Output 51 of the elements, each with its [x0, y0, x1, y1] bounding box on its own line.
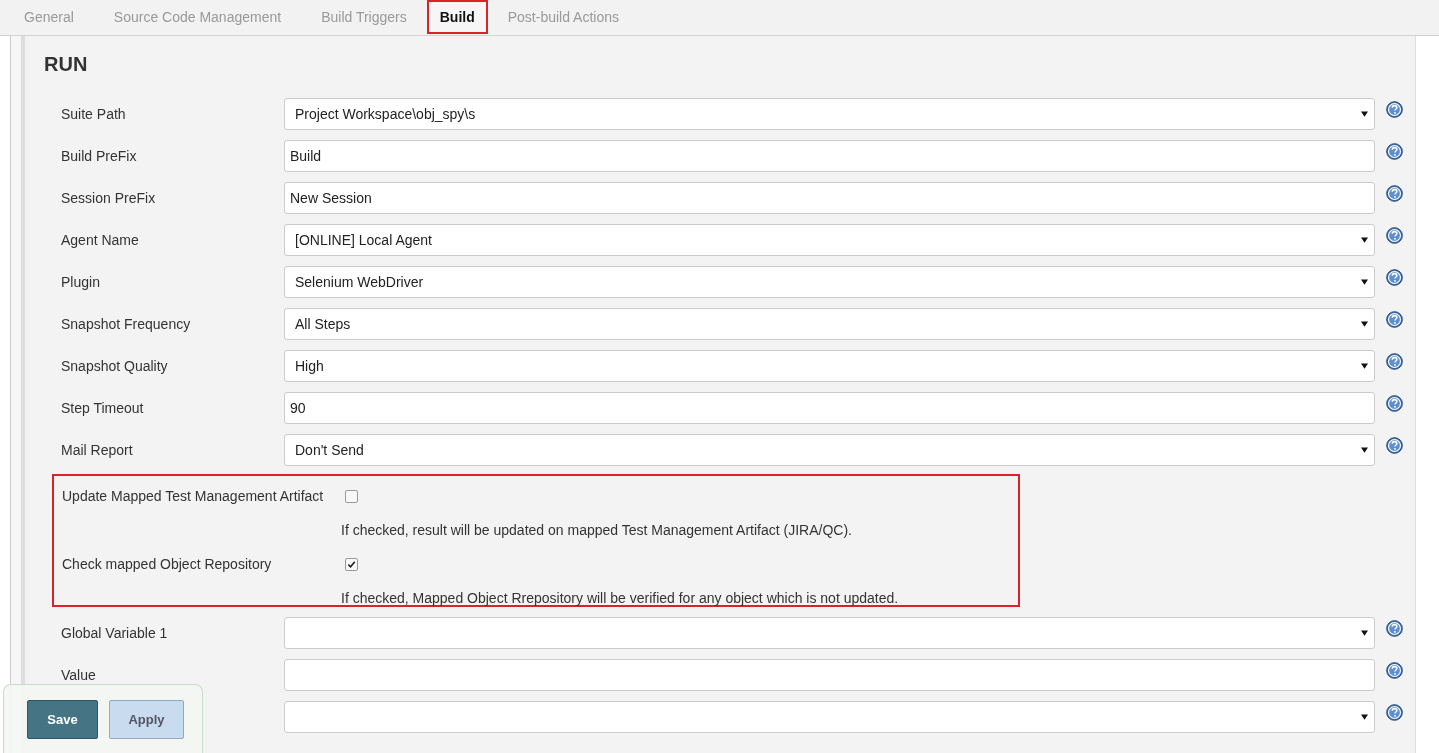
caret-icon — [1361, 111, 1368, 117]
help-icon[interactable] — [1386, 661, 1403, 679]
help-icon[interactable] — [1386, 184, 1403, 202]
caret-icon — [1361, 321, 1368, 327]
help-icon[interactable] — [1386, 226, 1403, 244]
dropdown[interactable]: High — [284, 350, 1375, 382]
save-button[interactable]: Save — [27, 699, 98, 739]
apply-button[interactable]: Apply — [109, 699, 184, 739]
dropdown[interactable]: All Steps — [284, 308, 1375, 340]
caret-icon — [1361, 630, 1368, 636]
dropdown[interactable]: [ONLINE] Local Agent — [284, 224, 1375, 256]
field-label: Plugin — [61, 274, 100, 290]
help-icon[interactable] — [1386, 100, 1403, 118]
help-text: If checked, Mapped Object Rrepository will be verified for any object which is not updated. — [341, 590, 899, 606]
dropdown[interactable]: Don't Send — [284, 434, 1375, 466]
help-icon[interactable] — [1386, 703, 1403, 721]
field-label: Mail Report — [61, 442, 133, 458]
field-label: Session PreFix — [61, 190, 156, 206]
tab[interactable]: Build — [426, 0, 488, 34]
input-field[interactable]: 90 — [284, 392, 1375, 424]
dropdown[interactable]: Selenium WebDriver — [284, 266, 1375, 298]
field-label: Build PreFix — [61, 148, 137, 164]
field-label: Snapshot Frequency — [61, 316, 191, 332]
checkbox-label: Check mapped Object Repository — [62, 556, 273, 572]
help-icon[interactable] — [1386, 436, 1403, 454]
checkbox[interactable] — [345, 557, 358, 571]
section-heading: RUN — [43, 52, 89, 76]
caret-icon — [1361, 363, 1368, 369]
help-icon[interactable] — [1386, 142, 1403, 160]
caret-icon — [1361, 237, 1368, 243]
dropdown[interactable]: Project Workspace\obj_spy\s — [284, 98, 1375, 130]
help-icon[interactable] — [1386, 310, 1403, 328]
input-field[interactable] — [284, 659, 1375, 691]
help-icon[interactable] — [1386, 619, 1403, 637]
field-label: Value — [61, 667, 96, 683]
field-label: Suite Path — [61, 106, 126, 122]
help-text: If checked, result will be updated on mapped Test Management Artifact (JIRA/QC). — [341, 522, 852, 538]
checkbox-label: Update Mapped Test Management Artifact — [62, 488, 325, 504]
help-icon[interactable] — [1386, 394, 1403, 412]
checkbox[interactable] — [345, 489, 358, 503]
help-icon[interactable] — [1386, 352, 1403, 370]
help-icon[interactable] — [1386, 268, 1403, 286]
input-field[interactable]: Build — [284, 140, 1375, 172]
field-label: Agent Name — [61, 232, 139, 248]
input-field[interactable]: New Session — [284, 182, 1375, 214]
caret-icon — [1361, 279, 1368, 285]
caret-icon — [1361, 447, 1368, 453]
field-label: Global Variable 1 — [61, 625, 168, 641]
field-label: Step Timeout — [61, 400, 144, 416]
field-label: Snapshot Quality — [61, 358, 168, 374]
caret-icon — [1361, 714, 1368, 720]
